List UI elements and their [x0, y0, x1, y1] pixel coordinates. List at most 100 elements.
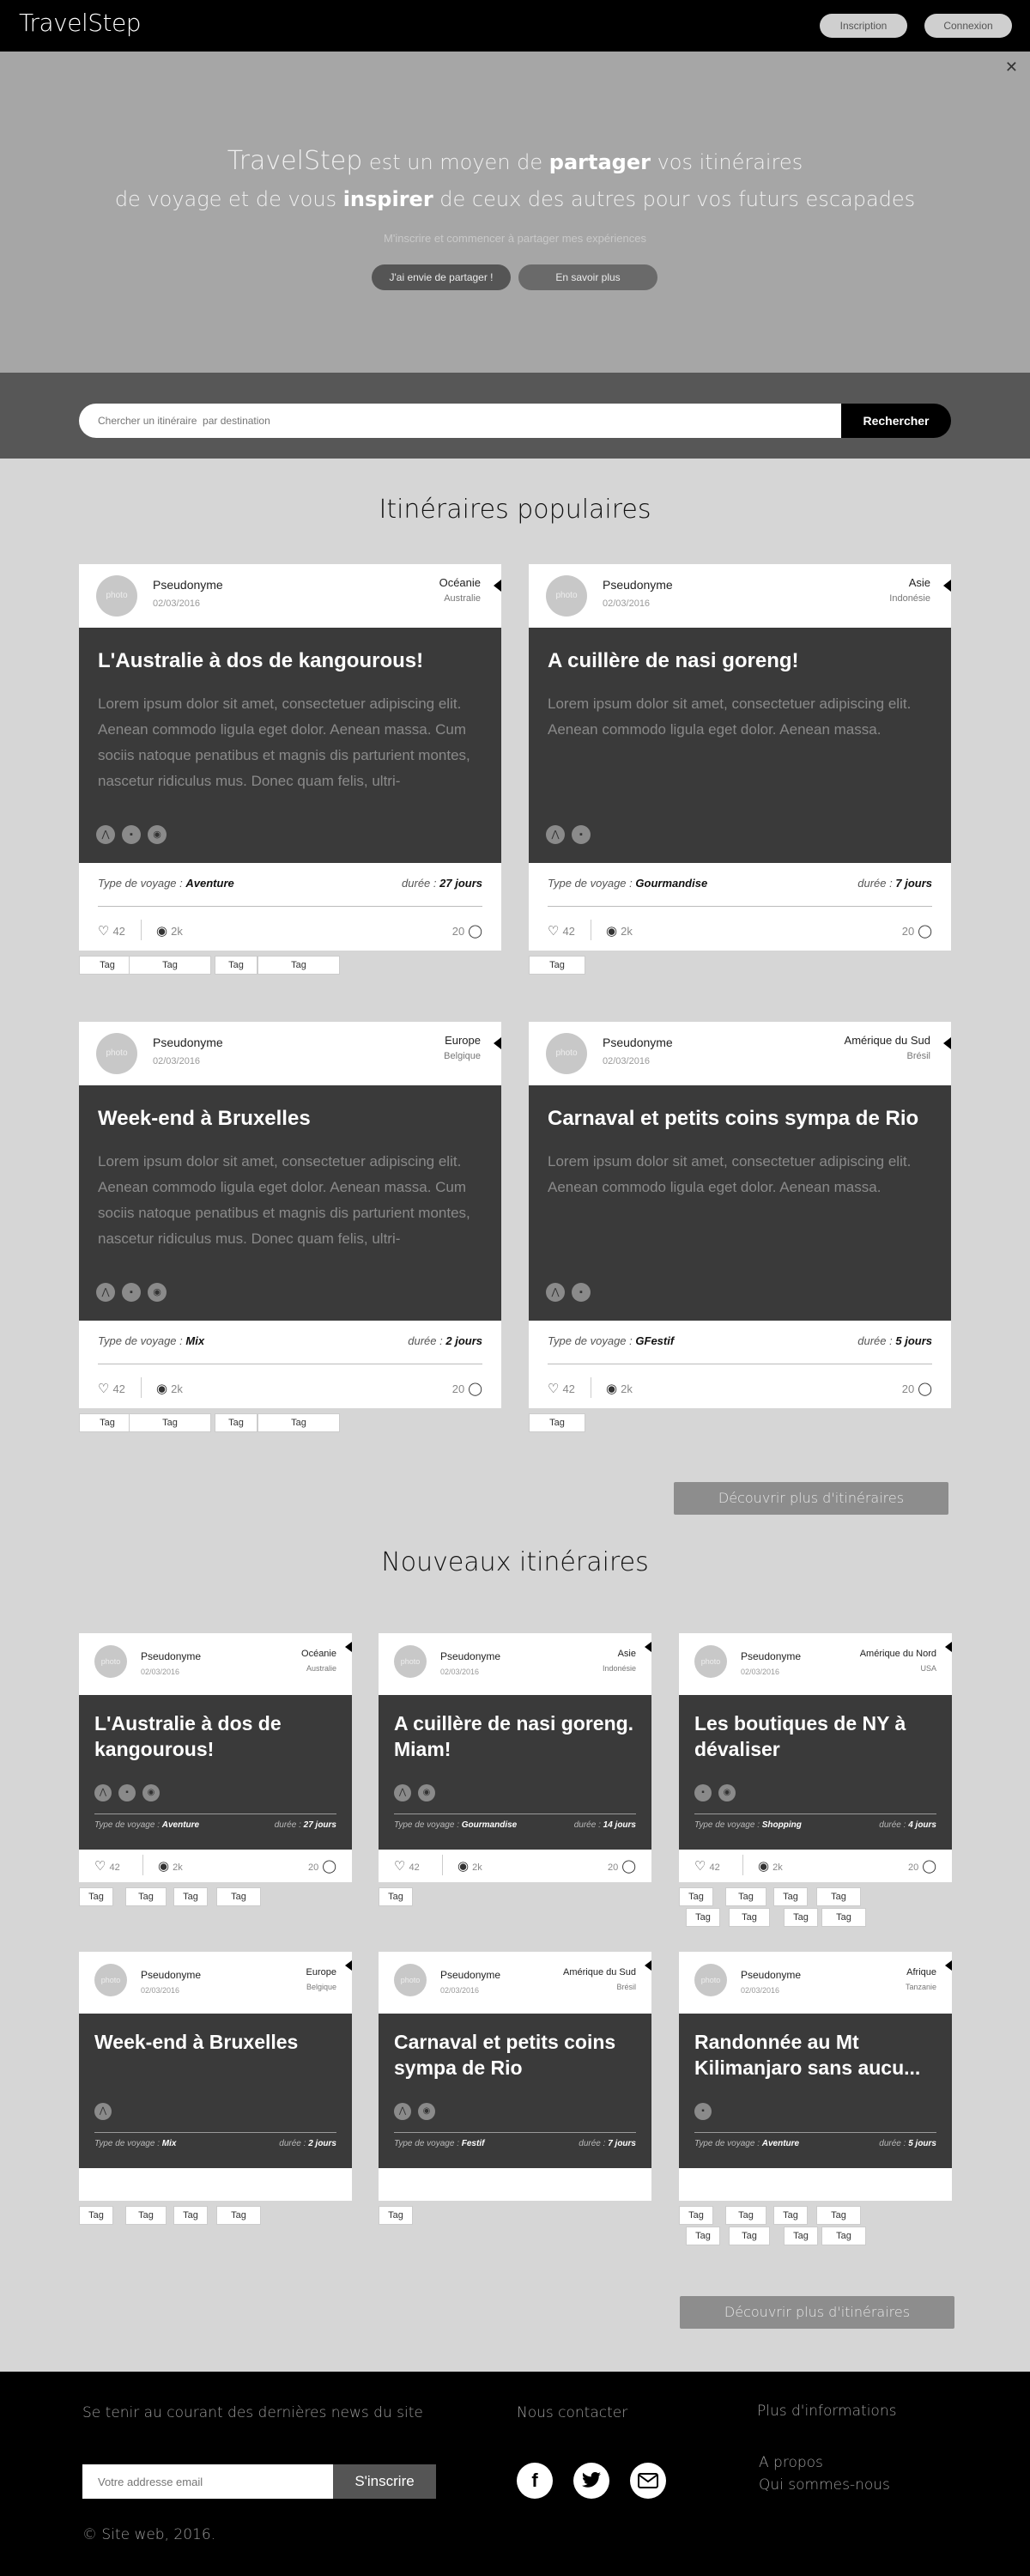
tag-chip[interactable]: Tag — [773, 1887, 808, 1906]
avatar[interactable]: photo — [694, 1964, 727, 1996]
tag-chip[interactable]: Tag — [79, 956, 136, 975]
author-name[interactable]: Pseudonyme — [153, 578, 223, 592]
tag-chip[interactable]: Tag — [784, 1908, 818, 1927]
avatar[interactable]: photo — [694, 1645, 727, 1678]
tag-chip[interactable]: Tag — [821, 2227, 866, 2245]
author-name[interactable]: Pseudonyme — [603, 1036, 673, 1049]
avatar[interactable]: photo — [96, 575, 137, 617]
author-name[interactable]: Pseudonyme — [141, 1969, 201, 1981]
facebook-icon[interactable]: f — [517, 2463, 553, 2499]
discover-more-button[interactable]: Découvrir plus d'itinéraires — [674, 1482, 948, 1515]
itinerary-card[interactable]: photo Pseudonyme 02/03/2016 Afrique Tanzanie… — [679, 1952, 952, 2201]
author-name[interactable]: Pseudonyme — [440, 1650, 500, 1662]
tag-chip[interactable]: Tag — [729, 1908, 770, 1927]
tag-chip[interactable]: Tag — [79, 1887, 113, 1906]
itinerary-card[interactable]: photo Pseudonyme 02/03/2016 Amérique du Sud… — [529, 1022, 951, 1408]
who-are-we-link[interactable]: Qui sommes-nous — [759, 2476, 890, 2494]
comments-button[interactable]: 20 ◯ — [308, 1858, 336, 1874]
itinerary-card[interactable]: photo Pseudonyme 02/03/2016 Amérique du Sud… — [379, 1952, 651, 2201]
comments-button[interactable]: 20 ◯ — [452, 923, 482, 939]
tag-chip[interactable]: Tag — [215, 956, 258, 975]
author-name[interactable]: Pseudonyme — [141, 1650, 201, 1662]
tag-chip[interactable]: Tag — [816, 2206, 861, 2225]
avatar[interactable]: photo — [394, 1964, 427, 1996]
card-title[interactable]: L'Australie à dos de kangourous! — [98, 648, 482, 674]
avatar[interactable]: photo — [546, 1033, 587, 1074]
author-name[interactable]: Pseudonyme — [153, 1036, 223, 1049]
tag-chip[interactable]: Tag — [129, 1413, 211, 1432]
about-link[interactable]: A propos — [759, 2454, 823, 2471]
card-body[interactable]: A cuillère de nasi goreng. Miam! ⋀ ◉ Type d… — [379, 1695, 651, 1850]
tag-chip[interactable]: Tag — [729, 2227, 770, 2245]
card-title[interactable]: Week-end à Bruxelles — [98, 1106, 482, 1132]
tag-chip[interactable]: Tag — [125, 1887, 167, 1906]
avatar[interactable]: photo — [94, 1964, 127, 1996]
card-title[interactable]: Week-end à Bruxelles — [94, 2029, 340, 2055]
comments-button[interactable]: 20 ◯ — [902, 923, 932, 939]
author-name[interactable]: Pseudonyme — [741, 1969, 801, 1981]
signup-button[interactable]: Inscription — [820, 14, 907, 38]
card-body[interactable]: Les boutiques de NY à dévaliser ▪ ◉ Type de… — [679, 1695, 952, 1850]
card-body[interactable]: Carnaval et petits coins sympa de Rio Lor… — [529, 1085, 951, 1321]
card-body[interactable]: L'Australie à dos de kangourous! ⋀ ▪ ◉ Type … — [79, 1695, 352, 1850]
card-body[interactable]: L'Australie à dos de kangourous! Lorem ip… — [79, 628, 501, 863]
avatar[interactable]: photo — [546, 575, 587, 617]
card-title[interactable]: Randonnée au Mt Kilimanjaro sans aucu... — [694, 2029, 940, 2081]
like-button[interactable]: ♡ 42 — [548, 1381, 575, 1396]
avatar[interactable]: photo — [394, 1645, 427, 1678]
comments-button[interactable]: 20 ◯ — [452, 1381, 482, 1396]
itinerary-card[interactable]: photo Pseudonyme 02/03/2016 Océanie Australi… — [79, 564, 501, 951]
card-title[interactable]: A cuillère de nasi goreng. Miam! — [394, 1710, 639, 1762]
twitter-icon[interactable] — [573, 2463, 609, 2499]
comments-button[interactable]: 20 ◯ — [902, 1381, 932, 1396]
tag-chip[interactable]: Tag — [773, 2206, 808, 2225]
tag-chip[interactable]: Tag — [679, 2206, 713, 2225]
like-button[interactable]: ♡ 42 — [548, 923, 575, 939]
card-title[interactable]: A cuillère de nasi goreng! — [548, 648, 932, 674]
tag-chip[interactable]: Tag — [216, 1887, 261, 1906]
card-title[interactable]: Carnaval et petits coins sympa de Rio — [548, 1106, 932, 1132]
like-button[interactable]: ♡ 42 — [94, 1858, 120, 1874]
tag-chip[interactable]: Tag — [821, 1908, 866, 1927]
tag-chip[interactable]: Tag — [379, 2206, 413, 2225]
tag-chip[interactable]: Tag — [216, 2206, 261, 2225]
mail-icon[interactable] — [630, 2463, 666, 2499]
site-logo[interactable]: TravelStep — [19, 9, 142, 37]
tag-chip[interactable]: Tag — [173, 1887, 208, 1906]
author-name[interactable]: Pseudonyme — [741, 1650, 801, 1662]
like-button[interactable]: ♡ 42 — [98, 1381, 125, 1396]
card-title[interactable]: Carnaval et petits coins sympa de Rio — [394, 2029, 639, 2081]
tag-chip[interactable]: Tag — [79, 1413, 136, 1432]
tag-chip[interactable]: Tag — [816, 1887, 861, 1906]
itinerary-card[interactable]: photo Pseudonyme 02/03/2016 Océanie Australi… — [79, 1633, 352, 1882]
like-button[interactable]: ♡ 42 — [98, 923, 125, 939]
tag-chip[interactable]: Tag — [125, 2206, 167, 2225]
tag-chip[interactable]: Tag — [784, 2227, 818, 2245]
tag-chip[interactable]: Tag — [129, 956, 211, 975]
tag-chip[interactable]: Tag — [379, 1887, 413, 1906]
like-button[interactable]: ♡ 42 — [694, 1858, 720, 1874]
tag-chip[interactable]: Tag — [79, 2206, 113, 2225]
share-button[interactable]: J'ai envie de partager ! — [372, 264, 511, 290]
card-body[interactable]: Week-end à Bruxelles ⋀ Type de voyage : Mi… — [79, 2014, 352, 2168]
itinerary-card[interactable]: photo Pseudonyme 02/03/2016 Asie Indonésie A … — [379, 1633, 651, 1882]
card-body[interactable]: A cuillère de nasi goreng! Lorem ipsum do… — [529, 628, 951, 863]
card-body[interactable]: Week-end à Bruxelles Lorem ipsum dolor si… — [79, 1085, 501, 1321]
close-icon[interactable]: ✕ — [1005, 58, 1018, 76]
subscribe-button[interactable]: S'inscrire — [333, 2464, 436, 2499]
card-body[interactable]: Carnaval et petits coins sympa de Rio ⋀ ◉ T… — [379, 2014, 651, 2168]
search-button[interactable]: Rechercher — [841, 404, 951, 438]
tag-chip[interactable]: Tag — [529, 1413, 585, 1432]
hero-signup-link[interactable]: M'inscrire et commencer à partager mes e… — [0, 232, 1030, 245]
card-title[interactable]: L'Australie à dos de kangourous! — [94, 1710, 340, 1762]
tag-chip[interactable]: Tag — [258, 956, 340, 975]
card-body[interactable]: Randonnée au Mt Kilimanjaro sans aucu...… — [679, 2014, 952, 2168]
avatar[interactable]: photo — [94, 1645, 127, 1678]
tag-chip[interactable]: Tag — [258, 1413, 340, 1432]
card-title[interactable]: Les boutiques de NY à dévaliser — [694, 1710, 940, 1762]
discover-more-button-2[interactable]: Découvrir plus d'itinéraires — [680, 2296, 954, 2329]
tag-chip[interactable]: Tag — [529, 956, 585, 975]
author-name[interactable]: Pseudonyme — [603, 578, 673, 592]
itinerary-card[interactable]: photo Pseudonyme 02/03/2016 Europe Belgique W… — [79, 1022, 501, 1408]
login-button[interactable]: Connexion — [924, 14, 1012, 38]
